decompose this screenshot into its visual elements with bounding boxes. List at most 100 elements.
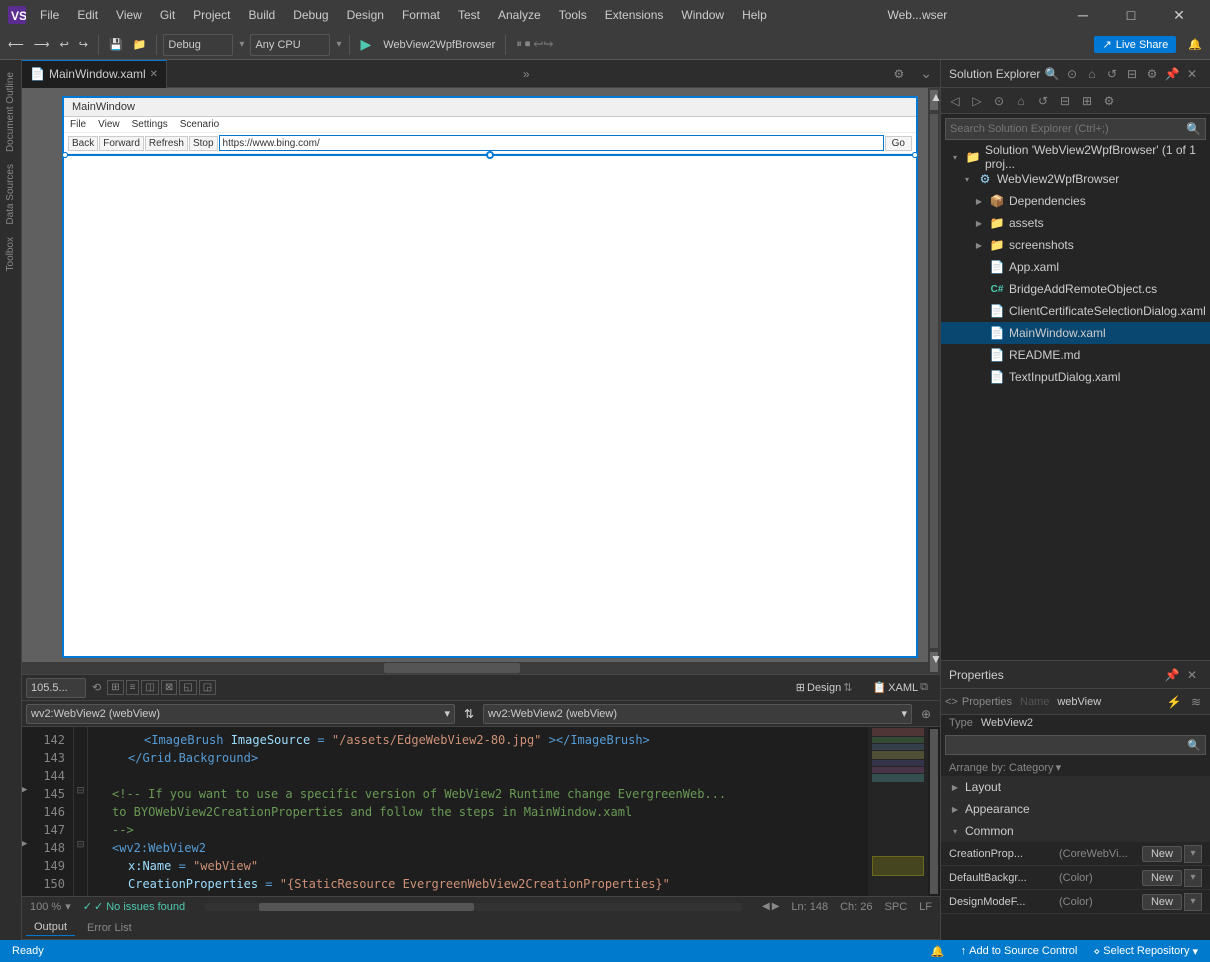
se-home-btn[interactable]: ⌂ [1082, 64, 1102, 84]
snap-btn[interactable]: ⊠ [161, 680, 177, 695]
code-swap-icon[interactable]: ⇅ [459, 707, 479, 721]
designer-menu-file[interactable]: File [64, 118, 92, 131]
prop-close-btn[interactable]: ✕ [1182, 665, 1202, 685]
collapse-panel-button[interactable]: ⌄ [912, 65, 940, 82]
tree-solution[interactable]: ▾ 📁 Solution 'WebView2WpfBrowser' (1 of … [941, 146, 1210, 168]
se-search-box[interactable]: 🔍 [945, 118, 1206, 140]
hscroll-thumb[interactable] [384, 663, 520, 673]
cpu-dropdown[interactable]: Any CPU [250, 34, 330, 56]
center-handle[interactable] [486, 151, 494, 159]
se-tb-btn6[interactable]: ⊟ [1055, 91, 1075, 111]
se-refresh-btn[interactable]: ↺ [1102, 64, 1122, 84]
ci-145[interactable]: ⊟ [74, 781, 87, 799]
code-hscrollbar[interactable] [205, 903, 742, 911]
align-btn[interactable]: ◱ [179, 680, 196, 695]
menu-tools[interactable]: Tools [551, 6, 595, 24]
se-tb-btn2[interactable]: ▷ [967, 91, 987, 111]
code-right-dropdown[interactable]: wv2:WebView2 (webView) ▾ [483, 704, 912, 724]
se-tb-btn1[interactable]: ◁ [945, 91, 965, 111]
output-tab[interactable]: Output [26, 919, 75, 936]
tree-screenshots[interactable]: ▶ 📁 screenshots [941, 234, 1210, 256]
designer-menu-settings[interactable]: Settings [126, 118, 174, 131]
tree-assets[interactable]: ▶ 📁 assets [941, 212, 1210, 234]
handle-bottomleft[interactable] [62, 152, 68, 158]
menu-window[interactable]: Window [673, 6, 732, 24]
designer-menu-view[interactable]: View [92, 118, 126, 131]
prop-pin-btn[interactable]: 📌 [1162, 665, 1182, 685]
layout-btn[interactable]: ◲ [199, 680, 216, 695]
designer-refresh-btn[interactable]: Refresh [145, 136, 188, 151]
designer-hscrollbar[interactable] [22, 662, 928, 674]
code-content-area[interactable]: <ImageBrush ImageSource = "/assets/EdgeW… [88, 727, 868, 896]
debug-toolbar-btns[interactable]: ⏸ ⏹ ↩↪ [512, 36, 557, 53]
sidebar-document-outline[interactable]: Document Outline [5, 68, 16, 156]
code-hscroll-thumb[interactable] [259, 903, 474, 911]
undo-button[interactable]: ↩ [56, 36, 73, 53]
status-notification[interactable]: 🔔 [927, 945, 949, 958]
designer-vscrollbar[interactable]: ▲ ▼ [928, 88, 940, 674]
se-search-input[interactable] [950, 123, 1182, 135]
prop-designmode-icon-btn[interactable]: ▾ [1184, 893, 1202, 911]
redo-button[interactable]: ↪ [75, 36, 92, 53]
tab-close-button[interactable]: ✕ [150, 69, 158, 80]
prop-defaultbg-icon-btn[interactable]: ▾ [1184, 869, 1202, 887]
se-sync-btn[interactable]: ⊙ [1062, 64, 1082, 84]
designer-back-btn[interactable]: Back [68, 136, 98, 151]
se-tb-btn3[interactable]: ⊙ [989, 91, 1009, 111]
tree-client-cert-xaml[interactable]: ▶ 📄 ClientCertificateSelectionDialog.xam… [941, 300, 1210, 322]
tree-mainwindow-xaml[interactable]: ▶ 📄 MainWindow.xaml [941, 322, 1210, 344]
error-list-tab[interactable]: Error List [79, 920, 140, 936]
live-share-button[interactable]: ↗ Live Share [1094, 36, 1176, 53]
se-tb-btn7[interactable]: ⊞ [1077, 91, 1097, 111]
prop-creation-new-btn[interactable]: New [1142, 846, 1182, 862]
maximize-button[interactable]: □ [1108, 0, 1154, 30]
status-ready[interactable]: Ready [8, 945, 48, 957]
prop-designmode-new-btn[interactable]: New [1142, 894, 1182, 910]
save-button[interactable]: 💾 [105, 36, 127, 53]
settings-icon[interactable]: ⚙ [885, 67, 912, 81]
designer-forward-btn[interactable]: Forward [99, 136, 144, 151]
menu-debug[interactable]: Debug [285, 6, 336, 24]
other-view-btn[interactable]: ◫ [141, 680, 158, 695]
se-close-btn[interactable]: ✕ [1182, 64, 1202, 84]
se-pin-btn[interactable]: 📌 [1162, 64, 1182, 84]
vscroll-up-arrow[interactable]: ▲ [930, 90, 938, 110]
code-left-dropdown[interactable]: wv2:WebView2 (webView) ▾ [26, 704, 455, 724]
notification-button[interactable]: 🔔 [1184, 36, 1206, 53]
prop-search-box[interactable]: 🔍 [945, 735, 1206, 755]
grid-view-btn[interactable]: ⊞ [107, 680, 123, 695]
menu-edit[interactable]: Edit [69, 6, 106, 24]
menu-project[interactable]: Project [185, 6, 238, 24]
designer-stop-btn[interactable]: Stop [189, 136, 218, 151]
indicator-148[interactable]: ▶ [22, 835, 34, 853]
save-all-button[interactable]: 📁 [129, 36, 151, 53]
sidebar-toolbox[interactable]: Toolbox [5, 233, 16, 275]
menu-git[interactable]: Git [152, 6, 183, 24]
tree-project[interactable]: ▾ ⚙ WebView2WpfBrowser [941, 168, 1210, 190]
minimize-button[interactable]: ─ [1060, 0, 1106, 30]
handle-bottomright[interactable] [912, 152, 918, 158]
se-filter-btn[interactable]: ⊟ [1122, 64, 1142, 84]
tree-bridge-cs[interactable]: ▶ C# BridgeAddRemoteObject.cs [941, 278, 1210, 300]
designer-go-btn[interactable]: Go [885, 136, 912, 151]
menu-build[interactable]: Build [241, 6, 284, 24]
se-tb-btn5[interactable]: ↺ [1033, 91, 1053, 111]
add-code-btn[interactable]: ⊕ [916, 707, 936, 721]
list-view-btn[interactable]: ≡ [126, 680, 140, 695]
xaml-tab[interactable]: 📋 XAML ⧉ [864, 679, 936, 696]
prop-common-section[interactable]: ▾ Common [941, 820, 1210, 842]
zoom-dropdown[interactable]: 105.5... [26, 678, 86, 698]
reset-zoom-btn[interactable]: ⟲ [90, 681, 103, 694]
tree-textinput-xaml[interactable]: ▶ 📄 TextInputDialog.xaml [941, 366, 1210, 388]
se-search-btn[interactable]: 🔍 [1042, 64, 1062, 84]
menu-test[interactable]: Test [450, 6, 488, 24]
status-add-source-control[interactable]: ↑ Add to Source Control [957, 945, 1082, 957]
ci-148[interactable]: ⊟ [74, 835, 87, 853]
prop-creation-icon-btn[interactable]: ▾ [1184, 845, 1202, 863]
hscroll-left[interactable]: ◀ [762, 901, 770, 912]
tree-dependencies[interactable]: ▶ 📦 Dependencies [941, 190, 1210, 212]
menu-format[interactable]: Format [394, 6, 448, 24]
menu-extensions[interactable]: Extensions [597, 6, 672, 24]
prop-defaultbg-new-btn[interactable]: New [1142, 870, 1182, 886]
menu-file[interactable]: File [32, 6, 67, 24]
